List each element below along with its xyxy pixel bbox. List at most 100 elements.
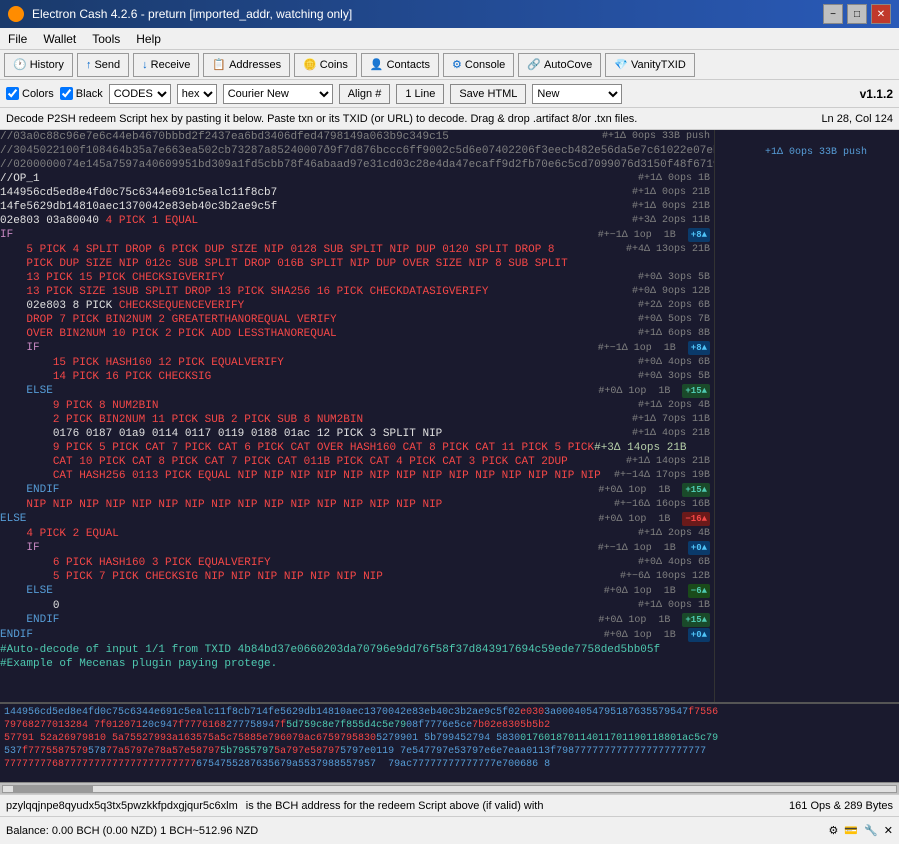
code-line-36: ENDIF #+0Δ 1op 1B +0▲ [0,628,714,643]
console-button[interactable]: ⚙ Console [443,53,514,77]
code-line-29: 4 PICK 2 EQUAL #+1Δ 2ops 4B [0,527,714,541]
hex-display[interactable]: 144956cd5ed8e4fd0c75c6344e691c5ealc11f8c… [0,702,899,782]
scroll-thumb[interactable] [13,786,93,792]
ops-count: 161 Ops & 289 Bytes [789,800,893,812]
code-line-21: 2 PICK BIN2NUM 11 PICK SUB 2 PICK SUB 8 … [0,413,714,427]
code-line-25: CAT HASH256 0113 PICK EQUAL NIP NIP NIP … [0,469,714,483]
status-middle: is the BCH address for the redeem Script… [246,800,544,812]
code-line-13: 02e803 8 PICK CHECKSEQUENCEVERIFY #+2Δ 2… [0,299,714,313]
colors-checkbox-label[interactable]: Colors [6,87,54,100]
new-select[interactable]: New [532,84,622,104]
tools-icon[interactable]: 🔧 [864,824,878,837]
settings-icon[interactable]: ⚙ [829,824,839,837]
scroll-track[interactable] [2,785,897,793]
autocove-icon: 🔗 [527,58,541,71]
hex-select[interactable]: hex [177,84,217,104]
code-and-right: //03a0c88c96e7e6c44eb4670bbbd2f2437ea6bd… [0,130,899,702]
close-icon[interactable]: ✕ [884,824,893,837]
lines-button[interactable]: 1 Line [396,84,444,104]
info-text: Decode P2SH redeem Script hex by pasting… [6,113,637,125]
receive-icon: ↓ [142,59,148,71]
vanitytxid-button[interactable]: 💎 VanityTXID [605,53,695,77]
code-line-15: OVER BIN2NUM 10 PICK 2 PICK ADD LESSTHAN… [0,327,714,341]
menu-tools[interactable]: Tools [84,30,128,48]
code-line-28: ELSE #+0Δ 1op 1B −16▲ [0,512,714,527]
infobar: Decode P2SH redeem Script hex by pasting… [0,108,899,130]
menu-file[interactable]: File [0,30,35,48]
code-content: //03a0c88c96e7e6c44eb4670bbbd2f2437ea6bd… [0,130,714,671]
code-line-10: PICK DUP SIZE NIP 012c SUB SPLIT DROP 01… [0,257,714,271]
titlebar-title: Electron Cash 4.2.6 - preturn [imported_… [32,7,352,21]
wallet-icon[interactable]: 💳 [844,824,858,837]
hex-line-4: 537f777558757957877a5797e78a57e587975b79… [4,745,895,758]
code-line-17: 15 PICK HASH160 12 PICK EQUALVERIFY #+0Δ… [0,356,714,370]
code-line-1: //03a0c88c96e7e6c44eb4670bbbd2f2437ea6bd… [0,130,714,144]
maximize-button[interactable]: □ [847,4,867,24]
black-checkbox[interactable] [60,87,73,100]
code-line-3: //0200000074e145a7597a40609951bd309a1fd5… [0,158,714,172]
addresses-button[interactable]: 📋 Addresses [203,53,290,77]
contacts-icon: 👤 [370,58,384,71]
close-button[interactable]: ✕ [871,4,891,24]
code-line-4: //OP_1 #+1Δ 0ops 1B [0,172,714,186]
code-line-38: #Example of Mecenas plugin paying proteg… [0,657,714,671]
addresses-icon: 📋 [212,58,226,71]
hex-line-1: 144956cd5ed8e4fd0c75c6344e691c5ealc11f8c… [4,706,895,719]
code-line-6: 14fe5629db14810aec1370042e83eb40c3b2ae9c… [0,200,714,214]
titlebar-controls: − □ ✕ [823,4,891,24]
code-line-31: 6 PICK HASH160 3 PICK EQUALVERIFY #+0Δ 4… [0,556,714,570]
send-button[interactable]: ↑ Send [77,53,129,77]
code-line-5: 144956cd5ed8e4fd0c75c6344e691c5ealc11f8c… [0,186,714,200]
code-line-34: 0 #+1Δ 0ops 1B [0,599,714,613]
code-line-20: 9 PICK 8 NUM2BIN #+1Δ 2ops 4B [0,399,714,413]
scrollbar-horizontal[interactable] [0,782,899,794]
black-checkbox-label[interactable]: Black [60,87,103,100]
console-icon: ⚙ [452,58,462,71]
hex-line-2: 79768277013284 7f01207120c947f7776168277… [4,719,895,732]
font-select[interactable]: Courier New [223,84,333,104]
right-stats-panel: +1Δ 0ops 33B push [714,130,899,702]
statusbar: pzylqqjnpe8qyudx5q3tx5pwzkkfpdxgjqur5c6x… [0,794,899,816]
version-label: v1.1.2 [860,87,893,101]
history-button[interactable]: 🕐 History [4,53,73,77]
autocove-button[interactable]: 🔗 AutoCove [518,53,601,77]
code-line-26: ENDIF #+0Δ 1op 1B +15▲ [0,483,714,498]
code-line-8: IF #+−1Δ 1op 1B +8▲ [0,228,714,243]
savehtml-button[interactable]: Save HTML [450,84,526,104]
code-line-16: IF #+−1Δ 1op 1B +8▲ [0,341,714,356]
code-line-33: ELSE #+0Δ 1op 1B −6▲ [0,584,714,599]
code-editor[interactable]: //03a0c88c96e7e6c44eb4670bbbd2f2437ea6bd… [0,130,714,702]
menubar: File Wallet Tools Help [0,28,899,50]
titlebar: Electron Cash 4.2.6 - preturn [imported_… [0,0,899,28]
menu-help[interactable]: Help [128,30,169,48]
minimize-button[interactable]: − [823,4,843,24]
vanitytxid-icon: 💎 [614,58,628,71]
code-line-12: 13 PICK SIZE 1SUB SPLIT DROP 13 PICK SHA… [0,285,714,299]
code-line-18: 14 PICK 16 PICK CHECKSIG #+0Δ 3ops 5B [0,370,714,384]
colors-checkbox[interactable] [6,87,19,100]
code-line-32: 5 PICK 7 PICK CHECKSIG NIP NIP NIP NIP N… [0,570,714,584]
toolbar: 🕐 History ↑ Send ↓ Receive 📋 Addresses 🪙… [0,50,899,80]
address-display: pzylqqjnpe8qyudx5q3tx5pwzkkfpdxgjqur5c6x… [6,800,238,812]
hex-line-5: 7777777768777777777777777777777767547552… [4,758,895,771]
code-line-2: //3045022100f108464b35a7e663ea502cb73287… [0,144,714,158]
code-line-22: 0176 0187 01a9 0114 0117 0119 0188 01ac … [0,427,714,441]
codes-select[interactable]: CODES [109,84,171,104]
code-line-30: IF #+−1Δ 1op 1B +0▲ [0,541,714,556]
contacts-button[interactable]: 👤 Contacts [361,53,439,77]
code-line-24: CAT 10 PICK CAT 8 PICK CAT 7 PICK CAT 01… [0,455,714,469]
coins-button[interactable]: 🪙 Coins [294,53,357,77]
app-icon [8,6,24,22]
position-label: Ln 28, Col 124 [821,113,893,125]
code-line-23: 9 PICK 5 PICK CAT 7 PICK CAT 6 PICK CAT … [0,441,714,455]
menu-wallet[interactable]: Wallet [35,30,84,48]
align-button[interactable]: Align # [339,84,391,104]
balance-bar: Balance: 0.00 BCH (0.00 NZD) 1 BCH~512.9… [0,816,899,844]
code-line-7: 02e803 03a80040 4 PICK 1 EQUAL #+3Δ 2ops… [0,214,714,228]
main-wrapper: //03a0c88c96e7e6c44eb4670bbbd2f2437ea6bd… [0,130,899,782]
code-line-37: #Auto-decode of input 1/1 from TXID 4b84… [0,643,714,657]
hex-line-3: 57791 52a26979810 5a75527993a163575a5c75… [4,732,895,745]
titlebar-left: Electron Cash 4.2.6 - preturn [imported_… [8,6,352,22]
receive-button[interactable]: ↓ Receive [133,53,199,77]
code-line-35: ENDIF #+0Δ 1op 1B +15▲ [0,613,714,628]
